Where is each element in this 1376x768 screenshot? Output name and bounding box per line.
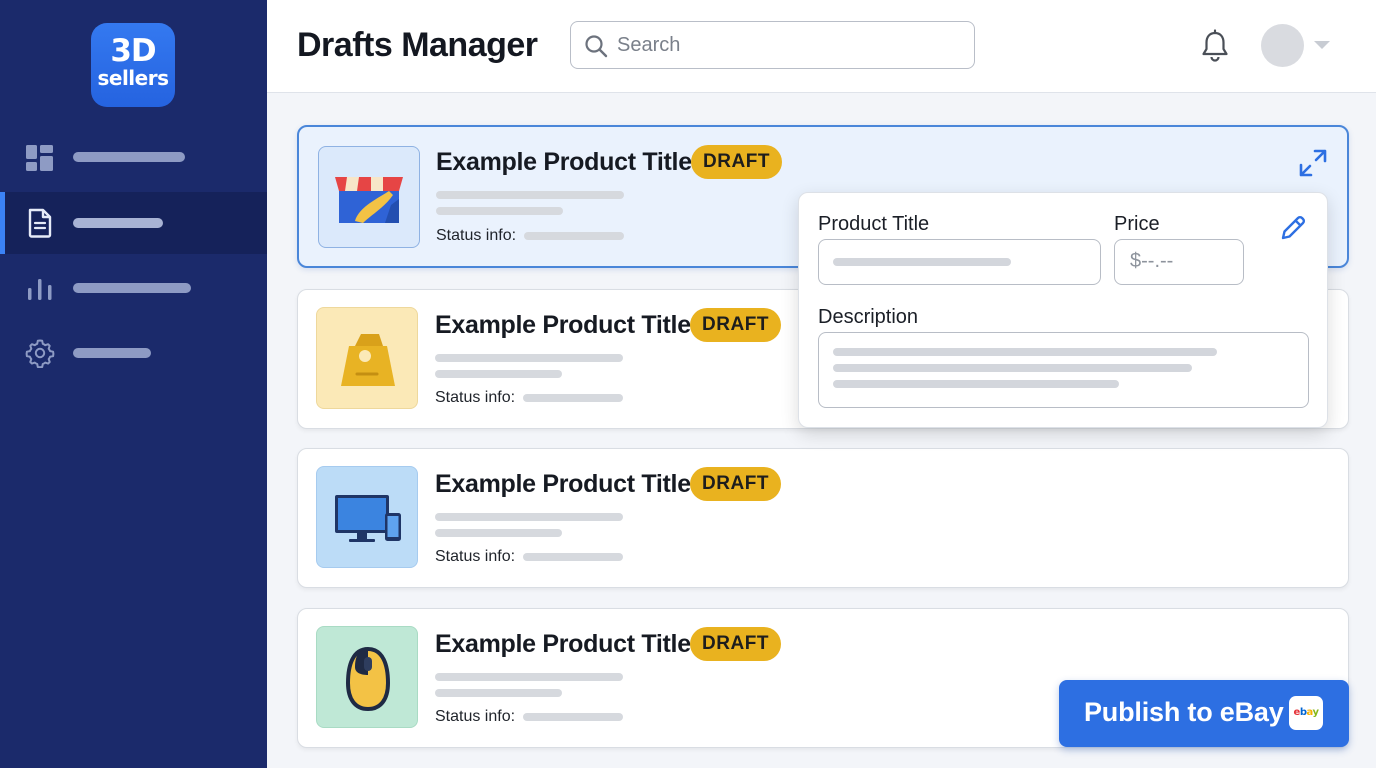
- avatar[interactable]: [1261, 24, 1304, 67]
- sidebar-item-drafts[interactable]: [0, 192, 267, 254]
- product-title: Example Product Title: [435, 470, 691, 498]
- status-label: Status info:: [435, 708, 516, 725]
- product-title: Example Product Title: [435, 630, 691, 658]
- logo-text-secondary: sellers: [97, 66, 169, 90]
- status-label: Status info:: [435, 389, 516, 406]
- status-value-placeholder: [523, 394, 623, 402]
- page-title: Drafts Manager: [297, 26, 538, 64]
- pencil-icon[interactable]: [1278, 213, 1308, 248]
- field-value-placeholder: [833, 258, 1011, 266]
- description-field[interactable]: [818, 332, 1309, 408]
- status-value-placeholder: [523, 713, 623, 721]
- sidebar-item-label: [73, 348, 151, 358]
- text-placeholder: [435, 689, 562, 697]
- dashboard-icon: [25, 143, 55, 173]
- field-value-placeholder: [833, 348, 1217, 356]
- shopping-bag-icon: [316, 307, 418, 409]
- text-placeholder: [436, 207, 563, 215]
- text-placeholder: [435, 529, 562, 537]
- logo-text-primary: 3D: [110, 33, 156, 69]
- publish-to-ebay-button[interactable]: Publish to eBay ebay: [1059, 680, 1349, 747]
- field-value-placeholder: [833, 380, 1119, 388]
- status-label: Status info:: [436, 227, 517, 244]
- computer-mouse-icon: [316, 626, 418, 728]
- field-value-placeholder: [833, 364, 1192, 372]
- product-title: Example Product Title: [436, 148, 692, 176]
- price-input[interactable]: [1116, 241, 1240, 281]
- document-icon: [25, 208, 55, 238]
- text-placeholder: [435, 370, 562, 378]
- sidebar-item-label: [73, 152, 185, 162]
- sidebar-item-dashboard[interactable]: [0, 126, 267, 188]
- price-label: Price: [1114, 213, 1160, 235]
- top-header: Drafts Manager: [267, 0, 1376, 93]
- price-field[interactable]: [1114, 239, 1244, 285]
- expand-icon[interactable]: [1297, 147, 1329, 184]
- status-value-placeholder: [524, 232, 624, 240]
- publish-button-label: Publish to eBay: [1084, 697, 1284, 727]
- status-badge: DRAFT: [691, 145, 782, 179]
- quick-edit-popover: Product Title Price Description: [798, 192, 1328, 428]
- sidebar-item-label: [73, 218, 163, 228]
- ebay-logo-icon: ebay: [1289, 696, 1323, 730]
- text-placeholder: [436, 191, 624, 199]
- draft-card[interactable]: Example Product Title DRAFT Status info:: [297, 448, 1349, 588]
- sidebar-item-settings[interactable]: [0, 321, 267, 383]
- app-logo[interactable]: 3D sellers: [91, 23, 175, 107]
- storefront-icon: [318, 146, 420, 248]
- product-title-field[interactable]: [818, 239, 1101, 285]
- text-placeholder: [435, 354, 623, 362]
- search-input[interactable]: [617, 30, 957, 60]
- bar-chart-icon: [25, 274, 55, 304]
- product-title-label: Product Title: [818, 213, 930, 235]
- bell-icon[interactable]: [1200, 29, 1230, 68]
- text-placeholder: [435, 673, 623, 681]
- search-box[interactable]: [570, 21, 975, 69]
- product-title: Example Product Title: [435, 311, 691, 339]
- status-badge: DRAFT: [690, 467, 781, 501]
- sidebar-item-label: [73, 283, 191, 293]
- computer-devices-icon: [316, 466, 418, 568]
- gear-icon: [25, 338, 55, 369]
- status-label: Status info:: [435, 548, 516, 565]
- sidebar-item-analytics[interactable]: [0, 257, 267, 319]
- chevron-down-icon[interactable]: [1314, 41, 1330, 49]
- sidebar: 3D sellers: [0, 0, 267, 768]
- search-icon: [584, 34, 608, 63]
- status-badge: DRAFT: [690, 627, 781, 661]
- status-badge: DRAFT: [690, 308, 781, 342]
- description-label: Description: [818, 306, 919, 328]
- status-value-placeholder: [523, 553, 623, 561]
- text-placeholder: [435, 513, 623, 521]
